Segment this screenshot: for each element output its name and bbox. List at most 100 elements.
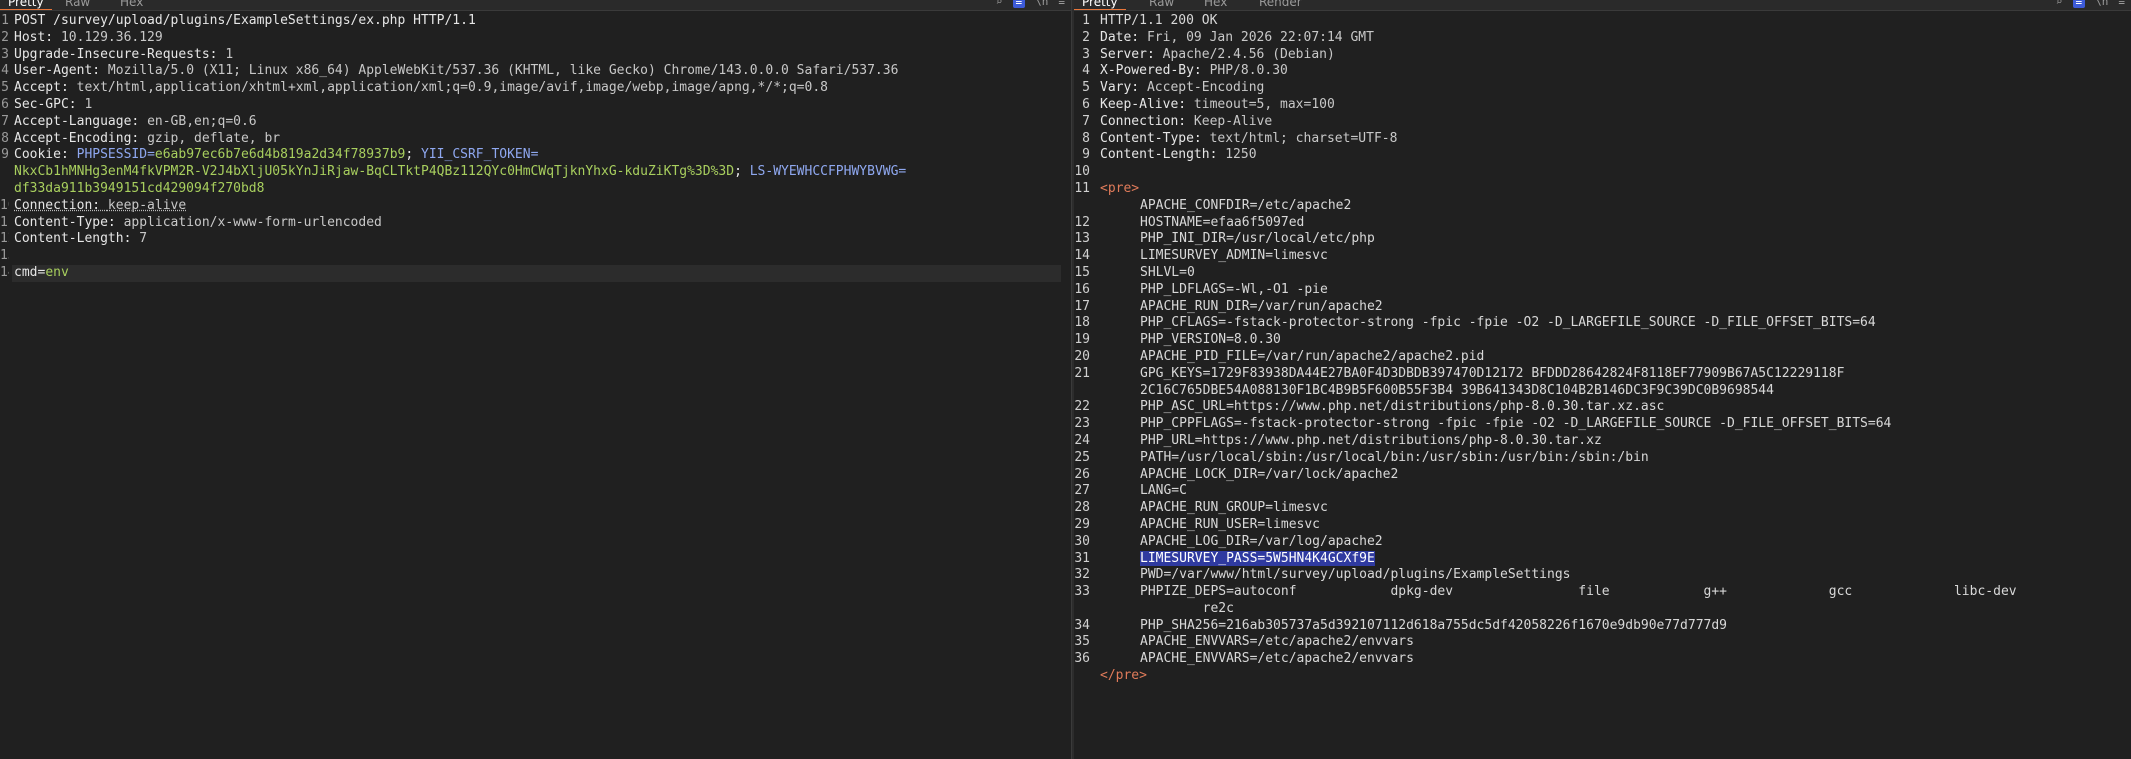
response-header-line: 1 HTTP/1.1 200 OK [1074,13,2131,30]
env-line: 12 HOSTNAME=efaa6f5097ed [1074,215,2131,232]
env-line: re2c [1074,601,2131,618]
header-line: 5 Accept: text/html,application/xhtml+xml… [1,80,828,96]
newline-toggle-icon[interactable]: \n [2095,0,2108,8]
menu-icon[interactable]: ≡ [2118,0,2125,8]
tab-raw[interactable]: Raw [65,0,90,9]
env-var: PHP_LDFLAGS=-Wl,-O1 -pie [1140,281,1328,297]
env-var: APACHE_RUN_USER=limesvc [1140,516,1321,532]
cookie-line-cont: df33da911b3949151cd429094f270bd8 [14,180,265,196]
env-var: LIMESURVEY_ADMIN=limesvc [1140,248,1328,264]
env-var: APACHE_LOG_DIR=/var/log/apache2 [1140,533,1383,549]
line-number: 30 [1074,533,1090,549]
header-line: 2 Host: 10.129.36.129 [1,29,163,45]
tab-raw[interactable]: Raw [1149,0,1174,9]
tab-render[interactable]: Render [1259,0,1302,9]
line-number: 16 [1074,281,1090,297]
env-line: 34 PHP_SHA256=216ab305737a5d392107112d618… [1074,618,2131,635]
request-editor[interactable]: 1 POST /survey/upload/plugins/ExampleSett… [0,13,1071,282]
env-line: 18 PHP_CFLAGS=-fstack-protector-strong -f… [1074,315,2131,332]
env-var: APACHE_RUN_DIR=/var/run/apache2 [1140,298,1383,314]
tab-hex[interactable]: Hex [1204,0,1227,9]
env-var: PHP_URL=https://www.php.net/distribution… [1140,432,1602,448]
line-number: 29 [1074,516,1090,532]
line-number: 4 [1082,63,1090,79]
line-number: 5 [1082,80,1090,96]
cookie-line-cont: NkxCb1hMNHg3enM4fkVPM2R-V2J4bXljU05kYnJi… [14,164,907,180]
env-var: PHP_VERSION=8.0.30 [1140,332,1281,348]
line-number: 23 [1074,416,1090,432]
response-editor[interactable]: 1 HTTP/1.1 200 OK 2 Date: Fri, 09 Jan 2026 … [1074,13,2131,685]
search-icon[interactable]: ⌕ [2056,0,2063,8]
tab-pretty[interactable]: Pretty [1074,0,1126,10]
line-number: 36 [1074,651,1090,667]
env-var: HOSTNAME=efaa6f5097ed [1140,214,1305,230]
wrap-toggle-icon[interactable]: ≡ [2072,0,2086,8]
header-text: Content-Type: text/html; charset=UTF-8 [1100,130,1398,146]
line-number: 33 [1074,584,1090,600]
env-var: PATH=/usr/local/sbin:/usr/local/bin:/usr… [1140,449,1649,465]
env-line: 14 LIMESURVEY_ADMIN=limesvc [1074,248,2131,265]
header-line: 8 Accept-Encoding: gzip, deflate, br [1,130,281,146]
header-line: 7 Accept-Language: en-GB,en;q=0.6 [1,113,257,129]
line-number: 7 [1082,113,1090,129]
line-number: 12 [1074,214,1090,230]
env-var: APACHE_PID_FILE=/var/run/apache2/apache2… [1140,348,1485,364]
newline-toggle-icon[interactable]: \n [1035,0,1048,8]
env-var: PHPIZE_DEPS=autoconf dpkg-dev file g++ g… [1140,584,2017,600]
header-text: X-Powered-By: PHP/8.0.30 [1100,63,1288,79]
env-var: PHP_SHA256=216ab305737a5d392107112d618a7… [1140,617,1727,633]
env-line: 19 PHP_VERSION=8.0.30 [1074,332,2131,349]
line-number: 28 [1074,500,1090,516]
response-header-line: 5 Vary: Accept-Encoding [1074,80,2131,97]
env-var: APACHE_CONFDIR=/etc/apache2 [1140,197,1352,213]
env-line: 30 APACHE_LOG_DIR=/var/log/apache2 [1074,534,2131,551]
env-line: 20 APACHE_PID_FILE=/var/run/apache2/apach… [1074,349,2131,366]
env-var: GPG_KEYS=1729F83938DA44E27BA0F4D3DBDB397… [1140,365,1845,381]
env-line: 21 GPG_KEYS=1729F83938DA44E27BA0F4D3DBDB3… [1074,366,2131,383]
env-var: LIMESURVEY_PASS=5W5HN4K4GCXf9E [1100,550,1375,568]
line-number: 2 [1082,29,1090,45]
header-text: Vary: Accept-Encoding [1100,80,1265,96]
line-number: 34 [1074,617,1090,633]
tab-pretty[interactable]: Pretty [0,0,52,10]
env-var: re2c [1140,600,1234,616]
line-number: 26 [1074,466,1090,482]
response-header-line: 4 X-Powered-By: PHP/8.0.30 [1074,63,2131,80]
env-line: 13 PHP_INI_DIR=/usr/local/etc/php [1074,231,2131,248]
line-number: 17 [1074,298,1090,314]
header-line: 11Content-Type: application/x-www-form-u… [0,214,382,230]
request-pane: Pretty Raw Hex ⌕ ≡ \n ≡ 1 POST /survey/up… [0,0,1071,759]
header-text: Connection: Keep-Alive [1100,113,1273,129]
env-var: 2C16C765DBE54A088130F1BC4B9B5F600B55F3B4… [1140,382,1774,398]
line-number: 31 [1074,550,1090,566]
env-line: 28 APACHE_RUN_GROUP=limesvc [1074,500,2131,517]
line-number: 19 [1074,332,1090,348]
header-line: 12Content-Length: 7 [0,231,148,247]
line-number: 18 [1074,315,1090,331]
response-toolbar: ⌕ ≡ \n ≡ [2056,0,2125,8]
line-number: 11 [1074,180,1090,196]
env-var: PWD=/var/www/html/survey/upload/plugins/… [1140,567,1571,583]
header-text: HTTP/1.1 200 OK [1100,13,1218,28]
search-icon[interactable]: ⌕ [996,0,1003,8]
wrap-toggle-icon[interactable]: ≡ [1012,0,1026,8]
env-line: 17 APACHE_RUN_DIR=/var/run/apache2 [1074,299,2131,316]
line-number: 13 [1074,231,1090,247]
env-line: 29 APACHE_RUN_USER=limesvc [1074,517,2131,534]
selected-text: LIMESURVEY_PASS=5W5HN4K4GCXf9E [1140,550,1375,566]
header-text: Content-Length: 1250 [1100,147,1257,163]
env-line: 31 LIMESURVEY_PASS=5W5HN4K4GCXf9E [1074,550,2131,568]
header-line: 4 User-Agent: Mozilla/5.0 (X11; Linux x86… [1,63,899,79]
response-pane: Pretty Raw Hex Render ⌕ ≡ \n ≡ 1 HTTP/1.1… [1074,0,2131,759]
env-line: 27 LANG=C [1074,483,2131,500]
header-text: Keep-Alive: timeout=5, max=100 [1100,96,1335,112]
line-number: 20 [1074,348,1090,364]
pre-close-line: </pre> [1074,668,2131,685]
env-var: SHLVL=0 [1140,264,1195,280]
tab-hex[interactable]: Hex [120,0,143,9]
cookie-line: 9 Cookie: PHPSESSID=e6ab97ec6b7e6d4b819a2… [1,147,539,163]
env-line: 23 PHP_CPPFLAGS=-fstack-protector-strong … [1074,416,2131,433]
menu-icon[interactable]: ≡ [1058,0,1065,8]
header-text: Date: Fri, 09 Jan 2026 22:07:14 GMT [1100,29,1374,45]
line-number: 14 [1074,248,1090,264]
